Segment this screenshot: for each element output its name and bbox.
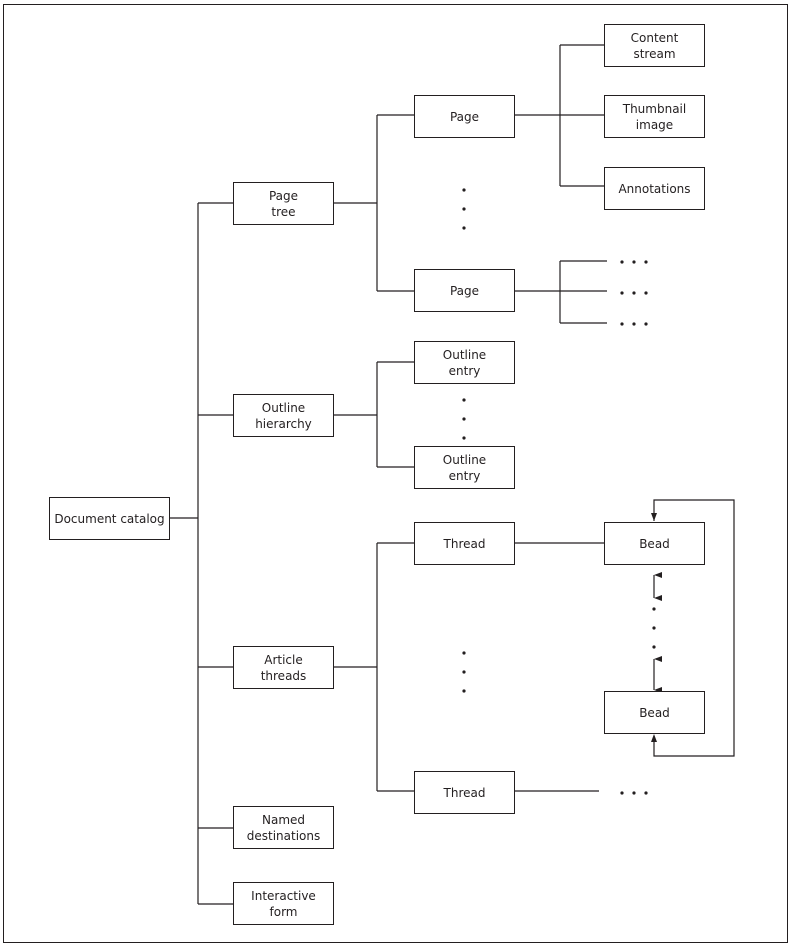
ellipsis-dot — [652, 626, 656, 630]
ellipsis-dot — [620, 260, 624, 264]
ellipsis-dot — [632, 322, 636, 326]
ellipsis-dot — [462, 436, 466, 440]
ellipsis-dot — [462, 670, 466, 674]
ellipsis-dot — [462, 689, 466, 693]
ellipsis-dot — [632, 291, 636, 295]
ellipsis-dot — [462, 226, 466, 230]
ellipsis-dot — [644, 322, 648, 326]
ellipsis-dot — [644, 791, 648, 795]
ellipsis-dot — [462, 188, 466, 192]
ellipsis-dot — [652, 607, 656, 611]
ellipsis-dot — [644, 291, 648, 295]
ellipsis-dot — [632, 260, 636, 264]
ellipsis-dots — [462, 188, 656, 795]
ellipsis-dot — [462, 417, 466, 421]
ellipsis-dot — [620, 291, 624, 295]
ellipsis-dot — [652, 645, 656, 649]
ellipsis-dot — [620, 322, 624, 326]
ellipsis-dot — [462, 207, 466, 211]
ellipsis-dot — [632, 791, 636, 795]
ellipsis-dot — [462, 651, 466, 655]
ellipsis-dot — [644, 260, 648, 264]
ellipsis-dot — [620, 791, 624, 795]
ellipsis-dot — [462, 398, 466, 402]
